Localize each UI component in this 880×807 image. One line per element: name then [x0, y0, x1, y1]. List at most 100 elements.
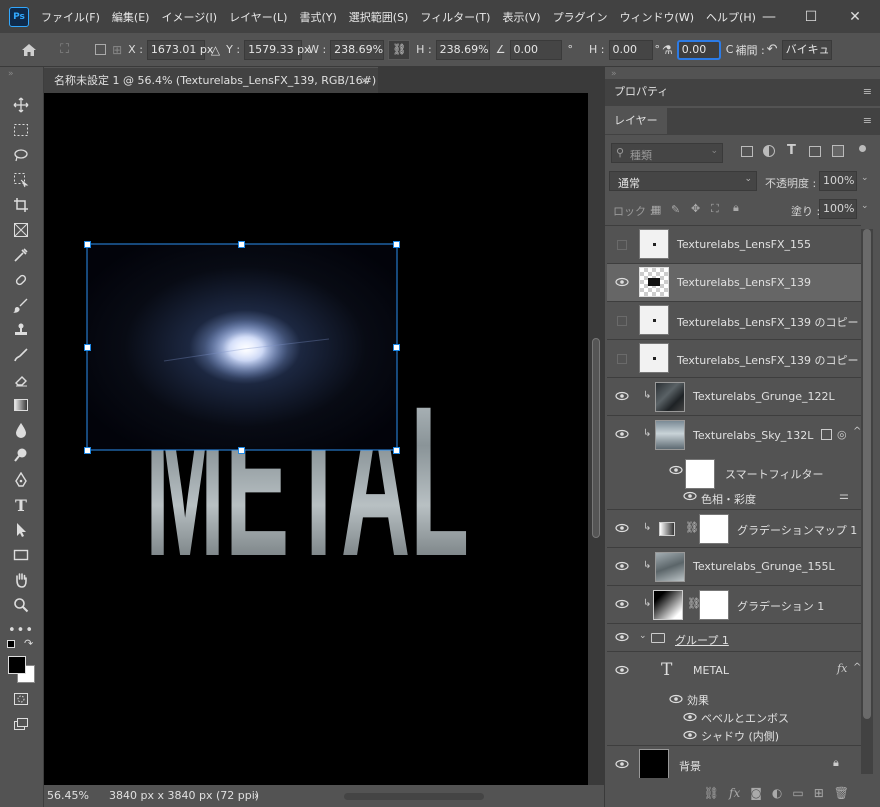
- transform-handle-bottom-left[interactable]: [84, 447, 91, 454]
- hskew-field[interactable]: 0.00: [608, 39, 653, 60]
- smart-filter-row[interactable]: スマートフィルター: [607, 456, 861, 489]
- add-mask-icon[interactable]: ◙: [750, 786, 762, 800]
- pen-tool-icon[interactable]: [10, 470, 32, 490]
- layer-name[interactable]: Texturelabs_Grunge_155L: [693, 560, 835, 573]
- effects-row[interactable]: 効果: [607, 690, 861, 708]
- layer-row[interactable]: Texturelabs_LensFX_155: [607, 226, 861, 264]
- fill-field[interactable]: 100%: [819, 199, 857, 219]
- screen-mode-icon[interactable]: [10, 714, 32, 734]
- layer-row-selected[interactable]: Texturelabs_LensFX_139: [607, 264, 861, 302]
- layer-row[interactable]: ↳ Texturelabs_Sky_132L ◎ ^: [607, 416, 861, 456]
- reference-checkbox[interactable]: [95, 44, 107, 55]
- y-field[interactable]: 1579.33 px: [244, 39, 311, 60]
- layer-name[interactable]: グラデーション 1: [737, 598, 824, 614]
- menu-type[interactable]: 書式(Y): [293, 9, 342, 25]
- eye-icon[interactable]: [615, 665, 629, 675]
- status-arrow[interactable]: ›: [254, 785, 258, 807]
- undo-icon[interactable]: ↶: [767, 42, 778, 57]
- zoom-tool-icon[interactable]: [10, 595, 32, 615]
- transform-handle-bottom-right[interactable]: [393, 447, 400, 454]
- group-row[interactable]: ⌄ グループ 1: [607, 624, 861, 652]
- eye-icon[interactable]: [615, 759, 629, 769]
- eye-icon[interactable]: [669, 694, 683, 704]
- brush-tool-icon[interactable]: [10, 295, 32, 315]
- eye-icon[interactable]: [683, 712, 697, 722]
- horizontal-scrollbar[interactable]: [344, 793, 484, 800]
- layer-name[interactable]: Texturelabs_LensFX_139: [677, 276, 811, 289]
- swap-colors-icon[interactable]: ↷: [24, 637, 33, 650]
- effect-row[interactable]: ベベルとエンボス: [607, 708, 861, 726]
- blend-mode-select[interactable]: 通常 ⌄: [609, 171, 757, 191]
- lasso-tool-icon[interactable]: [10, 145, 32, 165]
- menu-select[interactable]: 選択範囲(S): [343, 9, 415, 25]
- history-brush-tool-icon[interactable]: [10, 345, 32, 365]
- link-xy-icon[interactable]: △: [211, 43, 220, 57]
- layer-row[interactable]: Texturelabs_LensFX_139 のコピー 2: [607, 302, 869, 340]
- layer-row[interactable]: ↳ Texturelabs_Grunge_122L: [607, 378, 861, 416]
- lock-position-icon[interactable]: ✥: [691, 202, 700, 215]
- menu-image[interactable]: イメージ(I): [155, 9, 223, 25]
- eye-icon[interactable]: [615, 561, 629, 571]
- path-select-tool-icon[interactable]: [10, 520, 32, 540]
- document-info[interactable]: 3840 px x 3840 px (72 ppi): [109, 785, 259, 807]
- vskew-field[interactable]: 0.00: [676, 39, 721, 60]
- menu-plugins[interactable]: プラグイン: [547, 9, 614, 25]
- layer-row[interactable]: ↳ Texturelabs_Grunge_155L: [607, 548, 861, 586]
- menu-file[interactable]: ファイル(F): [35, 9, 106, 25]
- interpolation-select[interactable]: バイキュ: [781, 39, 832, 60]
- home-icon[interactable]: [20, 43, 38, 57]
- menu-filter[interactable]: フィルター(T): [414, 9, 496, 25]
- layer-row[interactable]: ↳ ⛓ グラデーションマップ 1: [607, 510, 861, 548]
- layer-name[interactable]: Texturelabs_Grunge_122L: [693, 390, 835, 403]
- collapse-arrows-icon[interactable]: »: [8, 69, 14, 79]
- move-tool-icon[interactable]: [10, 95, 32, 115]
- canvas-vertical-scrollbar[interactable]: [588, 93, 604, 785]
- smart-filter-name[interactable]: スマートフィルター: [725, 466, 823, 482]
- menu-layer[interactable]: レイヤー(L): [223, 9, 293, 25]
- eye-icon[interactable]: [683, 730, 697, 740]
- link-icon[interactable]: ⛓: [388, 39, 411, 60]
- lock-paint-icon[interactable]: ✎: [671, 203, 680, 216]
- layer-row[interactable]: Texturelabs_LensFX_139 のコピー: [607, 340, 861, 378]
- transform-handle-right[interactable]: [393, 344, 400, 351]
- tab-properties[interactable]: プロパティ: [605, 79, 678, 105]
- lock-all-icon[interactable]: 🔒︎: [733, 201, 739, 215]
- filter-smart-object-icon[interactable]: [832, 145, 844, 157]
- eye-icon[interactable]: [615, 391, 629, 401]
- minimize-button[interactable]: —: [748, 0, 790, 33]
- dodge-tool-icon[interactable]: [10, 445, 32, 465]
- eyedropper-tool-icon[interactable]: [10, 245, 32, 265]
- document-canvas[interactable]: METAL: [44, 93, 588, 785]
- filter-effect-row[interactable]: 色相・彩度 ⚌: [607, 482, 861, 510]
- properties-menu-icon[interactable]: ≡: [863, 85, 872, 98]
- transform-handle-top-right[interactable]: [393, 241, 400, 248]
- eye-icon[interactable]: [683, 491, 697, 501]
- new-group-icon[interactable]: ▭: [792, 786, 803, 800]
- transform-handle-left[interactable]: [84, 344, 91, 351]
- rectangle-tool-icon[interactable]: [10, 545, 32, 565]
- marquee-tool-icon[interactable]: [10, 120, 32, 140]
- fx-badge[interactable]: fx: [837, 662, 847, 675]
- filter-toggle-icon[interactable]: [859, 145, 866, 152]
- visibility-toggle-off[interactable]: [617, 354, 627, 364]
- x-field[interactable]: 1673.01 px: [146, 39, 213, 60]
- layer-name[interactable]: Texturelabs_LensFX_139 のコピー 2: [677, 314, 869, 330]
- clone-stamp-tool-icon[interactable]: [10, 320, 32, 340]
- transform-handle-top-left[interactable]: [84, 241, 91, 248]
- eye-icon[interactable]: [615, 632, 629, 642]
- eye-icon[interactable]: [615, 277, 629, 287]
- filter-effect-name[interactable]: 色相・彩度: [701, 491, 756, 507]
- foreground-color-swatch[interactable]: [8, 656, 26, 674]
- close-window-button[interactable]: ✕: [834, 0, 876, 33]
- filter-adjustment-icon[interactable]: [763, 145, 775, 157]
- default-colors-icon[interactable]: [7, 640, 15, 648]
- crop-tool-icon[interactable]: [10, 195, 32, 215]
- eye-icon[interactable]: [615, 599, 629, 609]
- filter-pixel-icon[interactable]: [741, 146, 753, 157]
- lock-artboard-icon[interactable]: ⛶: [711, 202, 719, 216]
- new-adjustment-icon[interactable]: ◐: [772, 786, 782, 800]
- layer-filter-search[interactable]: ⚲ 種類 ⌄: [611, 143, 723, 163]
- layers-scroll-thumb[interactable]: [863, 229, 871, 719]
- visibility-toggle-off[interactable]: [617, 240, 627, 250]
- effect-row[interactable]: シャドウ (内側): [607, 726, 861, 746]
